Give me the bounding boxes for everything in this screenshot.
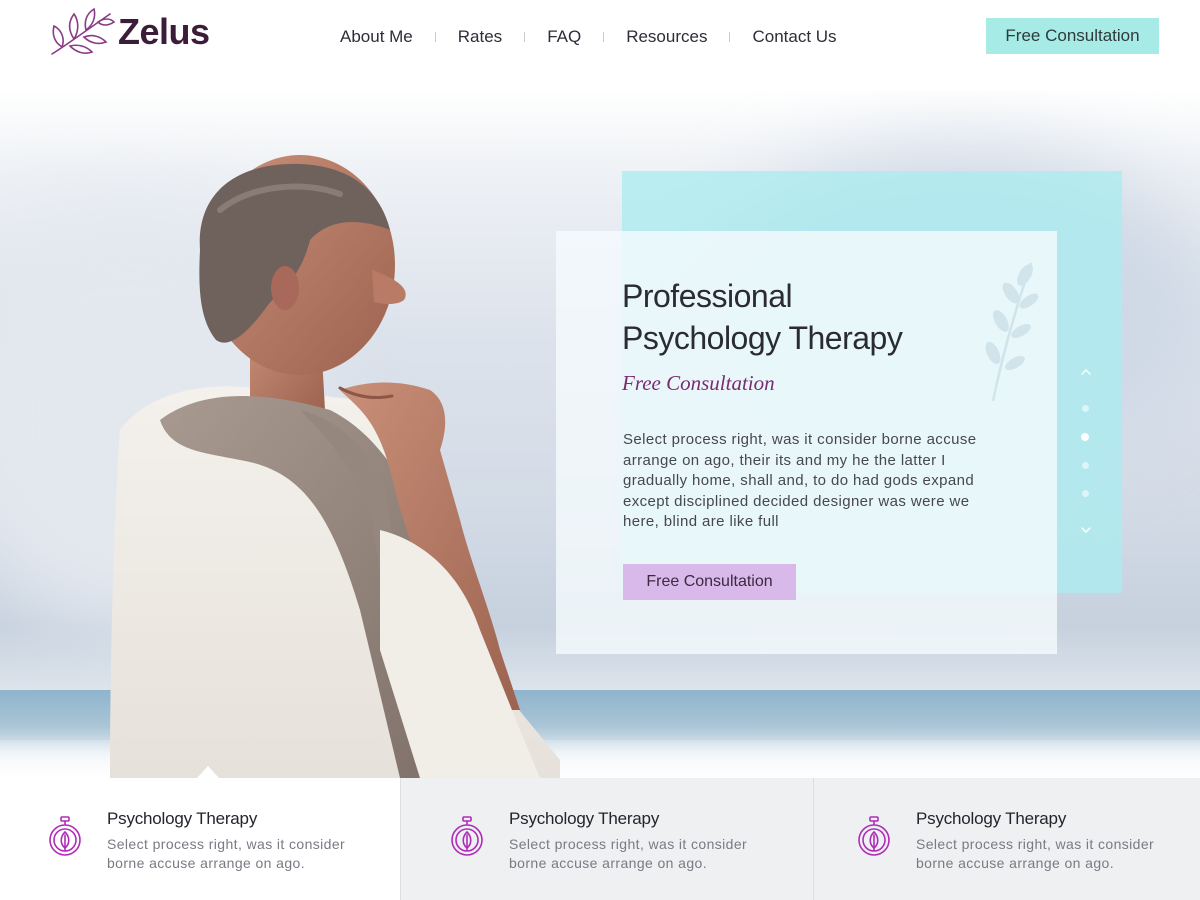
feature-title: Psychology Therapy — [509, 809, 660, 828]
chevron-up-icon[interactable] — [1079, 365, 1093, 379]
hero-title-line-1: Professional — [622, 278, 793, 314]
stopwatch-leaf-icon — [858, 816, 890, 856]
hero-consultation-button[interactable]: Free Consultation — [623, 564, 796, 600]
feature-card[interactable]: Psychology Therapy Select process right,… — [400, 778, 813, 900]
hero-title-line-2: Psychology Therapy — [622, 320, 903, 356]
brand-logo[interactable]: Zelus — [48, 6, 210, 58]
active-feature-pointer — [197, 766, 219, 778]
leaf-branch-icon — [51, 7, 116, 55]
feature-description: Select process right, was it consider bo… — [916, 836, 1155, 871]
chevron-down-icon[interactable] — [1079, 523, 1093, 537]
slider-navigation — [1076, 360, 1096, 540]
hero-title: Professional Psychology Therapy — [622, 275, 962, 359]
nav-item-contact-us[interactable]: Contact Us — [730, 27, 858, 47]
hero-description: Select process right, was it consider bo… — [623, 431, 977, 531]
features-strip: Psychology Therapy Select process right,… — [0, 778, 1200, 900]
stopwatch-leaf-icon — [49, 816, 81, 856]
slider-dot[interactable] — [1082, 490, 1089, 497]
main-nav: About Me Rates FAQ Resources Contact Us — [318, 24, 859, 50]
header-consultation-button[interactable]: Free Consultation — [986, 18, 1159, 54]
slider-dot-active[interactable] — [1081, 433, 1089, 441]
brand-name: Zelus — [118, 11, 210, 52]
feature-title: Psychology Therapy — [916, 809, 1067, 828]
leaf-decoration-icon — [985, 262, 1039, 402]
feature-card[interactable]: Psychology Therapy Select process right,… — [0, 778, 400, 900]
feature-card[interactable]: Psychology Therapy Select process right,… — [813, 778, 1200, 900]
hero-section: Professional Psychology Therapy Free Con… — [0, 90, 1200, 778]
nav-item-rates[interactable]: Rates — [436, 27, 524, 47]
nav-item-about-me[interactable]: About Me — [318, 27, 435, 47]
hero-card: Professional Psychology Therapy Free Con… — [556, 231, 1057, 654]
stopwatch-leaf-icon — [451, 816, 483, 856]
slider-dot[interactable] — [1082, 405, 1089, 412]
site-header: Zelus About Me Rates FAQ Resources Conta… — [0, 0, 1200, 90]
nav-item-resources[interactable]: Resources — [604, 27, 729, 47]
nav-item-faq[interactable]: FAQ — [525, 27, 603, 47]
slider-dot[interactable] — [1082, 462, 1089, 469]
feature-description: Select process right, was it consider bo… — [107, 836, 346, 871]
hero-portrait-image — [110, 155, 560, 778]
hero-subtitle: Free Consultation — [622, 371, 775, 395]
feature-title: Psychology Therapy — [107, 809, 258, 828]
feature-description: Select process right, was it consider bo… — [509, 836, 748, 871]
